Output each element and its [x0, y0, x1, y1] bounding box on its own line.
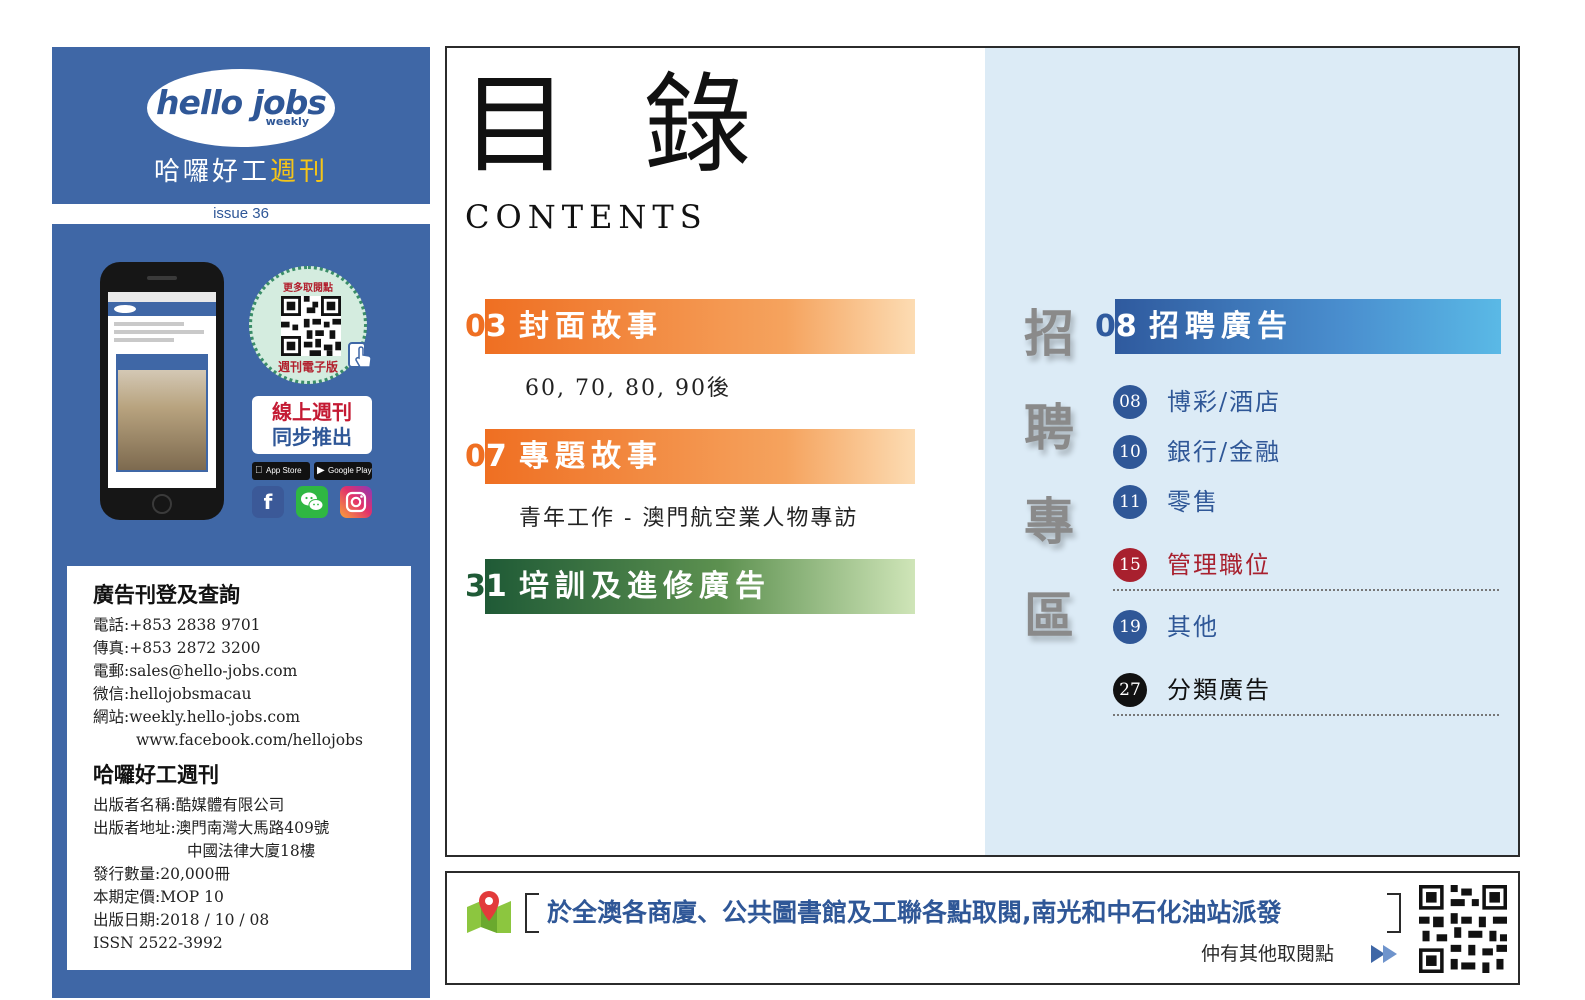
- phone-mockup: [100, 262, 224, 520]
- section-desc-feature-story: 青年工作 - 澳門航空業人物專訪: [519, 506, 859, 531]
- category-label: 管理職位: [1167, 551, 1271, 579]
- wechat-icon[interactable]: [296, 486, 328, 518]
- publisher-address-2: 中國法律大廈18樓: [187, 842, 316, 860]
- category-page-badge: 11: [1113, 485, 1147, 519]
- phone-magazine-cover: [116, 354, 208, 472]
- section-page-feature-story: 07: [465, 439, 507, 474]
- publisher-name: 出版者名稱:酷媒體有限公司: [93, 796, 285, 814]
- online-edition-box[interactable]: 線上週刊 同步推出: [252, 396, 372, 454]
- page-title: 目 錄: [461, 63, 772, 188]
- recruit-zone-title-char: 專: [1024, 492, 1074, 551]
- circulation: 發行數量:20,000冊: [93, 865, 230, 883]
- publisher-title: 哈囉好工週刊: [93, 763, 219, 787]
- section-label-cover-story: 封面故事: [519, 309, 663, 344]
- info-card: 廣告刊登及查詢 電話:+853 2838 9701 傳真:+853 2872 3…: [67, 566, 411, 970]
- section-page-cover-story: 03: [465, 309, 507, 344]
- logo-weekly: weekly: [265, 115, 309, 128]
- instagram-icon[interactable]: [340, 486, 372, 518]
- qr-code-icon[interactable]: [1419, 885, 1507, 973]
- google-play-button[interactable]: ▶ Google Play: [314, 462, 372, 480]
- facebook-icon[interactable]: f: [252, 486, 284, 518]
- tap-hand-icon: [348, 342, 372, 368]
- category-page-badge: 27: [1113, 673, 1147, 707]
- section-desc-cover-story: 60, 70, 80, 90後: [525, 376, 731, 401]
- phone-home-button: [152, 494, 172, 514]
- fax-number: 傳真:+853 2872 3200: [93, 639, 261, 657]
- phone-text-line: [114, 322, 184, 326]
- phone-speaker: [147, 276, 177, 280]
- publisher-address: 出版者地址:澳門南灣大馬路409號: [93, 819, 330, 837]
- brand-name-main: 哈囉好工: [153, 157, 270, 187]
- qr-code-icon: [281, 296, 341, 356]
- phone-nav-bar: [108, 302, 216, 316]
- category-page-badge: 15: [1113, 548, 1147, 582]
- category-page-badge: 10: [1113, 435, 1147, 469]
- bracket-right: [1387, 893, 1401, 933]
- category-label: 博彩/酒店: [1167, 388, 1282, 416]
- website-link[interactable]: 網站:weekly.hello-jobs.com: [93, 706, 411, 729]
- phone-text-line: [114, 330, 204, 334]
- map-pin-icon: [467, 891, 511, 933]
- app-store-button[interactable]: App Store: [252, 462, 310, 480]
- issn: ISSN 2522-3992: [93, 934, 223, 952]
- distribution-text: 於全澳各商廈、公共圖書館及工聯各點取閱,南光和中石化油站派發: [547, 898, 1282, 927]
- google-play-label: Google Play: [328, 466, 372, 475]
- issue-number: issue 36: [213, 205, 269, 222]
- section-label-recruitment-ads: 招聘廣告: [1149, 309, 1293, 344]
- phone-screen: [108, 292, 216, 488]
- hello-jobs-logo[interactable]: hello jobs weekly: [147, 69, 335, 147]
- facebook-link[interactable]: www.facebook.com/hellojobs: [93, 729, 411, 752]
- email-address[interactable]: 電郵:sales@hello-jobs.com: [93, 660, 411, 683]
- price: 本期定價:MOP 10: [93, 888, 224, 906]
- category-page-badge: 19: [1113, 610, 1147, 644]
- category-page-badge: 08: [1113, 385, 1147, 419]
- wechat-bubbles-icon: [301, 492, 324, 511]
- section-label-feature-story: 專題故事: [519, 439, 663, 474]
- recruit-zone-title-char: 聘: [1024, 398, 1074, 457]
- phone-text-line: [114, 338, 174, 342]
- store-badges: App Store ▶Google Play: [252, 462, 374, 480]
- section-label-training-ads: 培訓及進修廣告: [519, 569, 771, 604]
- sidebar-header: hello jobs weekly 哈囉好工週刊: [52, 47, 430, 204]
- category-label: 分類廣告: [1167, 676, 1271, 704]
- category-label: 其他: [1167, 613, 1219, 641]
- brand-name-accent: 週刊: [270, 157, 329, 187]
- ads-enquiry-title: 廣告刊登及查詢: [93, 583, 240, 607]
- play-icon: ▶: [317, 465, 325, 476]
- apple-icon: : [255, 462, 263, 480]
- phone-status-bar: [108, 292, 216, 302]
- online-line-2: 同步推出: [272, 425, 352, 449]
- publish-date: 出版日期:2018 / 10 / 08: [93, 911, 270, 929]
- recruit-zone-title-char: 區: [1024, 586, 1074, 645]
- qr-badge-top-label: 更多取閱點: [283, 283, 333, 294]
- double-arrow-icon[interactable]: [1369, 943, 1403, 965]
- distribution-banner: 於全澳各商廈、公共圖書館及工聯各點取閱,南光和中石化油站派發 仲有其他取閱點: [445, 871, 1520, 985]
- wechat-id: 微信:hellojobsmacau: [93, 685, 252, 703]
- sidebar-body: 更多取閱點 週刊電子版 線上週刊 同步推出 App Store: [52, 224, 430, 998]
- category-label: 銀行/金融: [1167, 438, 1282, 466]
- divider: [1113, 589, 1499, 591]
- recruit-zone-title-char: 招: [1024, 304, 1074, 363]
- instagram-camera-icon: [345, 491, 367, 513]
- contents-panel: 目 錄 CONTENTS 03 封面故事 60, 70, 80, 90後 07 …: [445, 46, 1520, 857]
- phone-number[interactable]: 電話:+853 2838 9701: [93, 614, 411, 637]
- more-pickup-points-link[interactable]: 仲有其他取閱點: [1201, 939, 1334, 966]
- brand-name: 哈囉好工週刊: [52, 151, 430, 188]
- section-page-recruitment-ads: 08: [1095, 309, 1137, 344]
- page-subtitle: CONTENTS: [465, 198, 708, 236]
- category-label: 零售: [1167, 488, 1219, 516]
- online-line-1: 線上週刊: [272, 400, 352, 424]
- bracket-left: [525, 893, 539, 933]
- section-page-training-ads: 31: [465, 569, 507, 604]
- app-store-label: App Store: [266, 466, 302, 475]
- divider: [1113, 714, 1499, 716]
